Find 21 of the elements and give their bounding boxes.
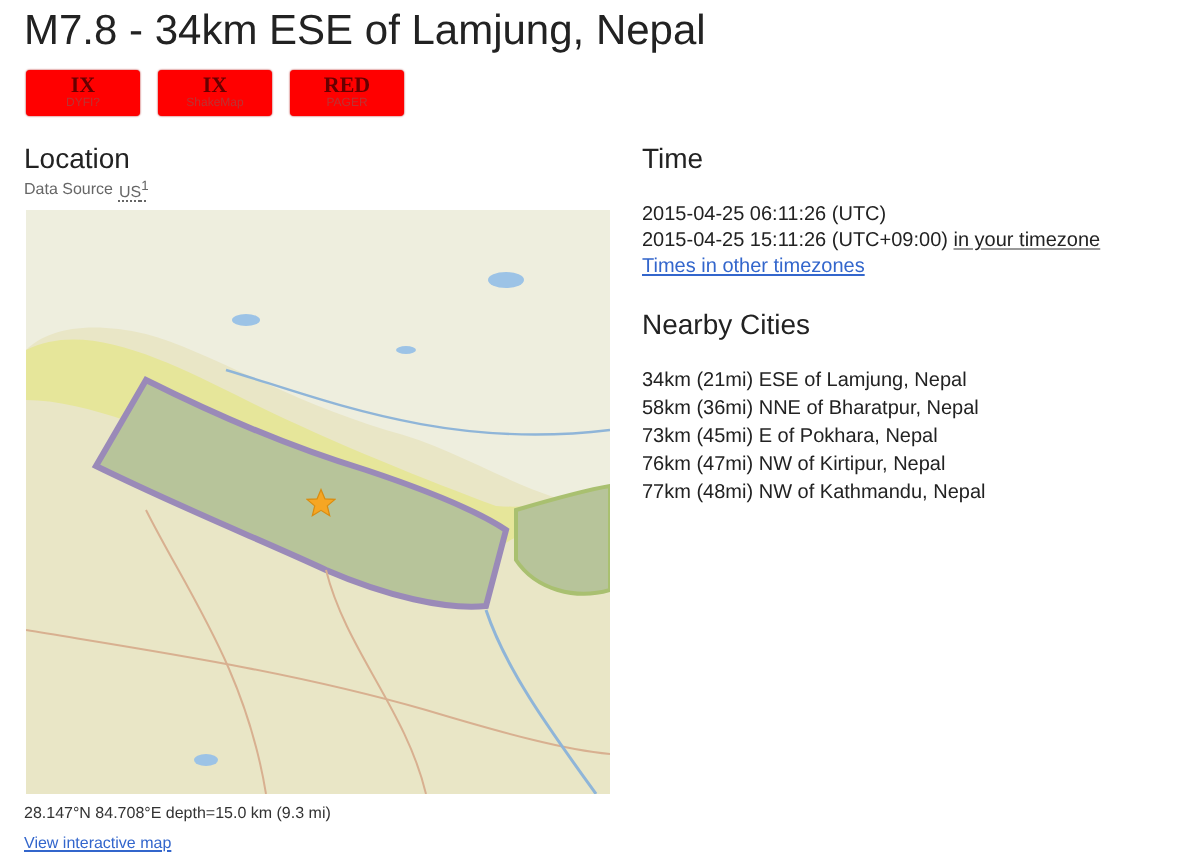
nearby-city: 77km (48mi) NW of Kathmandu, Nepal — [642, 480, 988, 506]
coordinates-text: 28.147°N 84.708°E depth=15.0 km (9.3 mi) — [24, 803, 333, 822]
badge-value: IX — [70, 75, 96, 97]
interactive-map-link[interactable]: View interactive map — [24, 833, 172, 852]
epicenter-star-icon — [306, 487, 336, 518]
page-title: M7.8 - 34km ESE of Lamjung, Nepal — [24, 8, 708, 56]
badge-value: RED — [323, 75, 371, 97]
nearby-city: 58km (36mi) NNE of Bharatpur, Nepal — [642, 396, 981, 422]
source-label: Data Source — [24, 180, 113, 202]
nearby-city: 76km (47mi) NW of Kirtipur, Nepal — [642, 452, 948, 478]
section-heading: Nearby Cities — [642, 308, 813, 342]
utc-time: 2015-04-25 06:11:26 (UTC) — [642, 202, 889, 228]
badge-value: IX — [202, 75, 228, 97]
section-heading: Location — [24, 142, 132, 176]
source-link[interactable]: US$^{1}$ — [118, 180, 149, 202]
local-time: 2015-04-25 15:11:26 (UTC+09:00) — [642, 230, 948, 252]
timezone-link[interactable]: in your timezone — [953, 230, 1101, 252]
nearby-city: 73km (45mi) E of Pokhara, Nepal — [642, 424, 940, 450]
nearby-city: 34km (21mi) ESE of Lamjung, Nepal — [642, 368, 969, 394]
timezones-link[interactable]: Times in other timezones — [642, 254, 865, 280]
section-heading: Time — [642, 142, 706, 176]
